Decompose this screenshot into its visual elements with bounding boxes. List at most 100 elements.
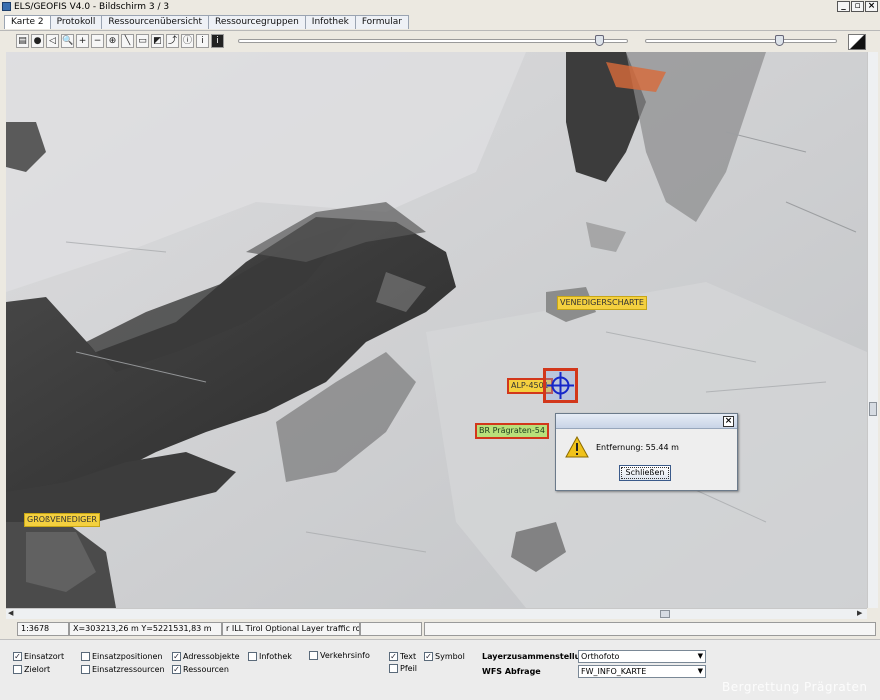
checkbox-box[interactable]: ✓	[424, 652, 433, 661]
close-dialog-button[interactable]: Schließen	[619, 465, 671, 481]
checkbox-box[interactable]	[81, 652, 90, 661]
checkbox-adressobjekte[interactable]: ✓ Adressobjekte	[172, 652, 240, 661]
tab-bar: Karte 2 Protokoll Ressourcenübersicht Re…	[4, 15, 409, 29]
crosshair-marker[interactable]	[543, 368, 578, 403]
map-view[interactable]: VENEDIGERSCHARTE ALP-4501 BR Prägraten-5…	[6, 52, 867, 608]
scroll-right-icon[interactable]: ▶	[857, 609, 862, 617]
opacity-slider-knob[interactable]	[594, 35, 604, 46]
map-label-grossvenediger[interactable]: GROßVENEDIGER	[24, 513, 100, 527]
checkbox-text[interactable]: ✓ Text	[389, 652, 416, 661]
minimize-button[interactable]: _	[837, 1, 850, 12]
contrast-slider[interactable]	[645, 35, 837, 46]
zoom-in-icon[interactable]: +	[76, 34, 89, 48]
zoom-out-icon[interactable]: −	[91, 34, 104, 48]
wfs-query-value: FW_INFO_KARTE	[581, 667, 647, 676]
back-icon[interactable]: ◁	[46, 34, 59, 48]
warning-icon	[565, 436, 589, 458]
tab-ressourcenuebersicht[interactable]: Ressourcenübersicht	[101, 15, 210, 29]
layer-composition-select[interactable]: Orthofoto ▼	[578, 650, 706, 663]
watermark-text: Bergrettung Prägraten	[722, 680, 868, 694]
vertical-scrollbar[interactable]	[867, 52, 878, 608]
map-toolbar: ▤ ● ◁ 🔍 + − ⊕ ╲ ▭ ◩ ⤴ ⓘ i i	[0, 30, 880, 52]
horizontal-scrollbar[interactable]: ◀ ▶	[6, 608, 867, 619]
route-icon[interactable]: ⤴	[166, 34, 179, 48]
checkbox-box[interactable]	[309, 651, 318, 660]
status-empty-field	[360, 622, 422, 636]
layer-composition-value: Orthofoto	[581, 652, 620, 661]
checkbox-label: Verkehrsinfo	[320, 651, 370, 660]
checkbox-symbol[interactable]: ✓ Symbol	[424, 652, 465, 661]
restore-button[interactable]: ▫	[851, 1, 864, 12]
horizontal-scrollbar-thumb[interactable]	[660, 610, 670, 618]
checkbox-verkehrsinfo[interactable]: Verkehrsinfo	[309, 651, 370, 660]
vertical-scrollbar-thumb[interactable]	[869, 402, 877, 416]
checkbox-label: Adressobjekte	[183, 652, 240, 661]
layer-info-field: r ILL Tirol Optional Layer traffic route	[222, 622, 360, 636]
status-bar: 1:3678 X=303213,26 m Y=5221531,83 m r IL…	[0, 619, 880, 639]
checkbox-zielort[interactable]: Zielort	[13, 665, 50, 674]
coordinates-field: X=303213,26 m Y=5221531,83 m	[69, 622, 222, 636]
checkbox-einsatzort[interactable]: ✓ Einsatzort	[13, 652, 64, 661]
contrast-toggle-button[interactable]	[848, 34, 866, 50]
checkbox-box[interactable]	[13, 665, 22, 674]
dialog-close-button[interactable]: ×	[723, 416, 734, 427]
tab-protokoll[interactable]: Protokoll	[49, 15, 103, 29]
contrast-slider-knob[interactable]	[775, 35, 784, 46]
map-label-venedigerscharte[interactable]: VENEDIGERSCHARTE	[557, 296, 647, 310]
checkbox-box[interactable]: ✓	[172, 652, 181, 661]
checkbox-label: Einsatzort	[24, 652, 65, 661]
tab-karte-2[interactable]: Karte 2	[4, 15, 51, 29]
scale-field: 1:3678	[17, 622, 69, 636]
checkbox-label: Einsatzressourcen	[92, 665, 165, 674]
checkbox-box[interactable]	[81, 665, 90, 674]
checkbox-box[interactable]: ✓	[389, 652, 398, 661]
checkbox-label: Einsatzpositionen	[92, 652, 163, 661]
magnifier-icon[interactable]: 🔍	[61, 34, 74, 48]
checkbox-label: Infothek	[259, 652, 292, 661]
checkbox-box[interactable]	[248, 652, 257, 661]
map-label-br-praegraten[interactable]: BR Prägraten-54	[475, 423, 549, 439]
checkbox-infothek[interactable]: Infothek	[248, 652, 292, 661]
checkbox-label: Symbol	[435, 652, 465, 661]
window-title: ELS/GEOFIS V4.0 - Bildschirm 3 / 3	[14, 2, 170, 12]
checkbox-label: Ressourcen	[183, 665, 229, 674]
tab-infothek[interactable]: Infothek	[304, 15, 356, 29]
wfs-query-select[interactable]: FW_INFO_KARTE ▼	[578, 665, 706, 678]
checkbox-label: Pfeil	[400, 664, 418, 673]
checkbox-einsatzressourcen[interactable]: Einsatzressourcen	[81, 665, 165, 674]
dot-icon[interactable]: ●	[31, 34, 44, 48]
crosshair-icon	[547, 372, 574, 399]
orthophoto-terrain	[6, 52, 867, 608]
info-dark-icon[interactable]: i	[211, 34, 224, 48]
chevron-down-icon[interactable]: ▼	[698, 651, 703, 662]
zoom-fit-icon[interactable]: ⊕	[106, 34, 119, 48]
checkbox-box[interactable]	[389, 664, 398, 673]
info-circle-icon[interactable]: ⓘ	[181, 34, 194, 48]
tab-formular[interactable]: Formular	[354, 15, 409, 29]
dialog-title-bar[interactable]	[556, 414, 737, 429]
checkbox-einsatzpositionen[interactable]: Einsatzpositionen	[81, 652, 162, 661]
ruler-icon[interactable]: ▭	[136, 34, 149, 48]
tab-ressourcegruppen[interactable]: Ressourcegruppen	[208, 15, 306, 29]
measure-line-icon[interactable]: ╲	[121, 34, 134, 48]
app-icon	[2, 2, 11, 11]
layer-composition-label: Layerzusammenstellung	[482, 652, 592, 661]
checkbox-ressourcen[interactable]: ✓ Ressourcen	[172, 665, 229, 674]
info-box-icon[interactable]: i	[196, 34, 209, 48]
area-icon[interactable]: ◩	[151, 34, 164, 48]
scroll-left-icon[interactable]: ◀	[8, 609, 13, 617]
wfs-query-label: WFS Abfrage	[482, 667, 541, 676]
checkbox-box[interactable]: ✓	[13, 652, 22, 661]
checkbox-label: Zielort	[24, 665, 51, 674]
status-empty-field-2	[424, 622, 876, 636]
opacity-slider[interactable]	[238, 35, 628, 46]
distance-dialog: × Entfernung: 55.44 m Schließen	[555, 413, 738, 491]
checkbox-box[interactable]: ✓	[172, 665, 181, 674]
checkbox-label: Text	[400, 652, 417, 661]
close-button[interactable]: ×	[865, 1, 878, 12]
checkbox-pfeil[interactable]: Pfeil	[389, 664, 417, 673]
layers-icon[interactable]: ▤	[16, 34, 29, 48]
dialog-message: Entfernung: 55.44 m	[596, 443, 679, 452]
chevron-down-icon[interactable]: ▼	[698, 666, 703, 677]
title-bar: ELS/GEOFIS V4.0 - Bildschirm 3 / 3 _ ▫ ×	[0, 0, 880, 14]
